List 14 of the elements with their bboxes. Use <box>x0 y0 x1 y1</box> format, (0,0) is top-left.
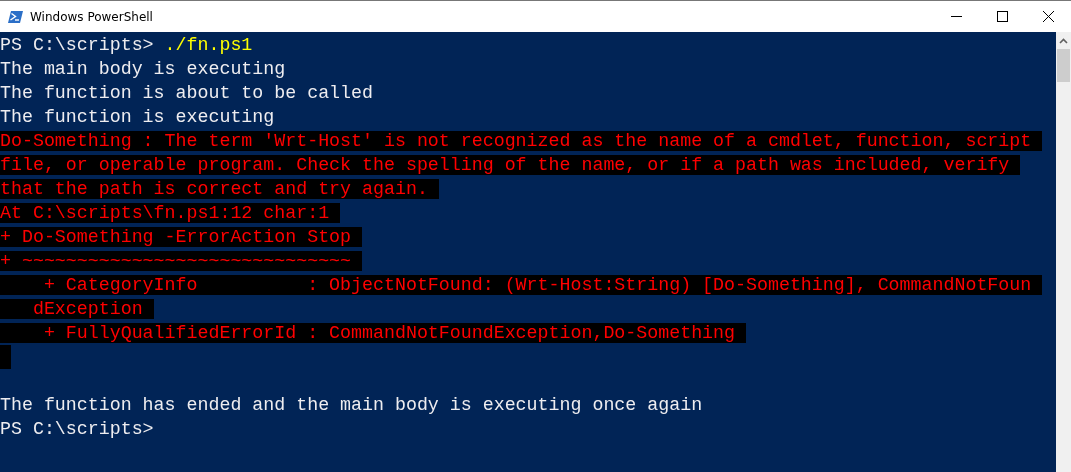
prompt-text: PS C:\scripts> <box>0 419 155 439</box>
output-line: The function has ended and the main body is executing once again <box>0 395 703 415</box>
powershell-icon <box>8 8 24 25</box>
output-line: The main body is executing <box>0 59 286 79</box>
scroll-up-icon[interactable] <box>1059 38 1068 44</box>
output-line: The function is about to be called <box>0 83 373 103</box>
maximize-icon <box>996 11 1008 22</box>
error-highlight <box>0 345 11 369</box>
prompt-text: PS C:\scripts> <box>0 35 155 55</box>
close-icon <box>1042 11 1054 22</box>
output-line: The function is executing <box>0 107 275 127</box>
command-text: ./fn.ps1 <box>164 35 253 55</box>
window-title: Windows PowerShell <box>30 9 154 24</box>
scrollbar-thumb[interactable] <box>1057 49 1070 82</box>
